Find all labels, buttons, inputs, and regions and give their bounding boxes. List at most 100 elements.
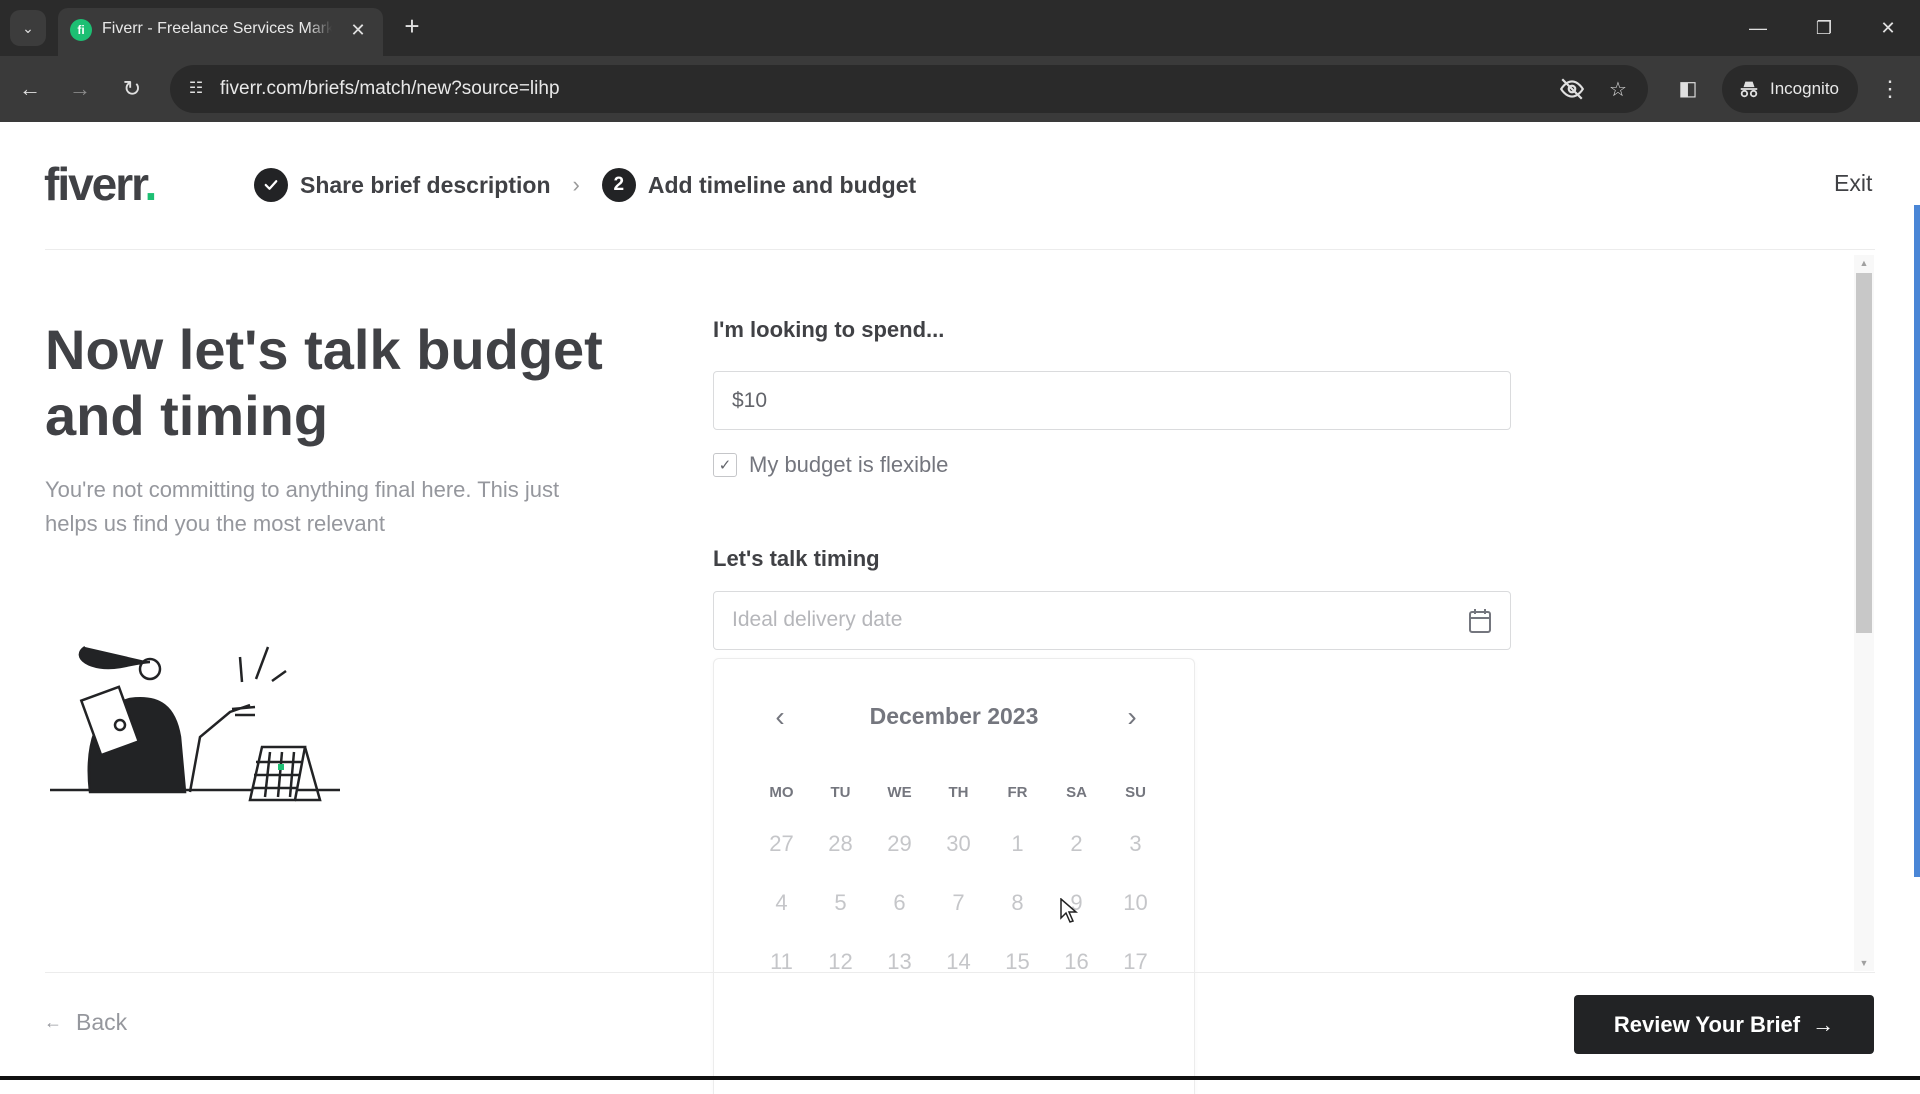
scroll-up-arrow-icon[interactable]: ▲ bbox=[1854, 255, 1874, 271]
intro-subtext: You're not committing to anything final … bbox=[45, 477, 560, 536]
budget-input[interactable] bbox=[713, 371, 1511, 430]
next-month-button[interactable]: › bbox=[1116, 701, 1148, 733]
chevron-down-icon: ⌄ bbox=[22, 19, 34, 36]
tab-strip: ⌄ fi Fiverr - Freelance Services Marketp… bbox=[0, 0, 1920, 56]
calendar-day[interactable]: 15 bbox=[988, 932, 1047, 991]
reload-button[interactable]: ↻ bbox=[116, 73, 148, 105]
exit-link[interactable]: Exit bbox=[1834, 170, 1872, 197]
calendar-day[interactable]: 3 bbox=[1106, 814, 1165, 873]
kebab-menu-icon: ⋮ bbox=[1879, 76, 1901, 101]
browser-menu-button[interactable]: ⋮ bbox=[1874, 73, 1906, 105]
close-window-button[interactable]: ✕ bbox=[1868, 12, 1908, 44]
back-button[interactable]: ← Back bbox=[44, 1009, 127, 1036]
arrow-left-icon: ← bbox=[44, 1012, 62, 1032]
tracking-protection-button[interactable] bbox=[1558, 76, 1586, 104]
eye-off-icon bbox=[1559, 78, 1585, 100]
chevron-right-icon: › bbox=[572, 172, 580, 197]
budget-illustration bbox=[50, 645, 340, 802]
site-info-button[interactable]: ☷ bbox=[182, 75, 210, 103]
spark-3 bbox=[271, 669, 287, 683]
calendar-day[interactable]: 14 bbox=[929, 932, 988, 991]
page-scroll-indicator bbox=[1914, 205, 1920, 877]
weekday-header: FR bbox=[1007, 784, 1028, 801]
flexible-budget-label[interactable]: My budget is flexible bbox=[749, 452, 948, 478]
header-divider bbox=[45, 249, 1875, 250]
footer-divider bbox=[45, 972, 1875, 973]
url-text[interactable]: fiverr.com/briefs/match/new?source=lihp bbox=[220, 78, 560, 100]
restore-button[interactable]: ❐ bbox=[1804, 12, 1844, 44]
incognito-icon bbox=[1740, 81, 1758, 98]
step-1-label[interactable]: Share brief description bbox=[300, 172, 551, 199]
delivery-date-placeholder: Ideal delivery date bbox=[732, 608, 903, 631]
close-tab-button[interactable]: ✕ bbox=[346, 18, 370, 42]
calendar-day[interactable]: 28 bbox=[811, 814, 870, 873]
step-2-badge: 2 bbox=[601, 168, 636, 202]
close-icon: ✕ bbox=[1880, 18, 1896, 38]
intro-section: Now let's talk budget and timing You're … bbox=[45, 317, 605, 541]
side-panel-icon: ◧ bbox=[1678, 78, 1698, 100]
tune-icon: ☷ bbox=[188, 80, 204, 97]
review-brief-label: Review Your Brief bbox=[1613, 1011, 1801, 1037]
delivery-date-input[interactable]: Ideal delivery date bbox=[713, 591, 1511, 650]
browser-tab[interactable]: fi Fiverr - Freelance Services Marketpla… bbox=[58, 8, 383, 56]
calendar-day[interactable]: 8 bbox=[988, 873, 1047, 932]
date-picker: ‹ December 2023 › MO TU WE TH FR SA SU 27 28 29 30… bbox=[713, 658, 1195, 1094]
star-icon: ☆ bbox=[1609, 79, 1627, 101]
calendar-day[interactable]: 17 bbox=[1106, 932, 1165, 991]
weekday-header: SU bbox=[1125, 784, 1146, 801]
mouse-cursor-icon bbox=[1060, 898, 1079, 923]
step-2-label: Add timeline and budget bbox=[647, 171, 917, 198]
reload-icon: ↻ bbox=[122, 76, 142, 101]
page-title: Now let's talk budget and timing bbox=[45, 318, 603, 447]
tab-search-button[interactable]: ⌄ bbox=[10, 10, 46, 46]
calendar-day[interactable]: 10 bbox=[1106, 873, 1165, 932]
calendar-day[interactable]: 7 bbox=[929, 873, 988, 932]
tablet bbox=[79, 685, 141, 757]
calendar-day[interactable]: 11 bbox=[752, 932, 811, 991]
side-panel-button[interactable]: ◧ bbox=[1672, 73, 1704, 105]
back-label: Back bbox=[76, 1009, 128, 1035]
minimize-button[interactable]: — bbox=[1738, 12, 1778, 44]
calendar-icon[interactable] bbox=[1468, 608, 1492, 634]
flexible-budget-row[interactable]: ✓ My budget is flexible bbox=[713, 452, 1511, 478]
arrow-left-icon: ← bbox=[19, 76, 41, 101]
close-icon: ✕ bbox=[350, 20, 366, 40]
weekday-header: WE bbox=[887, 784, 912, 801]
calendar-day[interactable]: 16 bbox=[1047, 932, 1106, 991]
incognito-label: Incognito bbox=[1770, 79, 1839, 98]
calendar-day[interactable]: 27 bbox=[752, 814, 811, 873]
calendar-day[interactable]: 13 bbox=[870, 932, 929, 991]
scroll-down-arrow-icon[interactable]: ▼ bbox=[1854, 955, 1874, 971]
checkmark-icon: ✓ bbox=[718, 457, 732, 474]
fiverr-logo[interactable]: fiverr. bbox=[44, 157, 158, 211]
step-completed-badge bbox=[254, 168, 288, 202]
new-tab-button[interactable]: + bbox=[398, 12, 426, 40]
address-bar[interactable]: ☷ fiverr.com/briefs/match/new?source=lih… bbox=[170, 65, 1648, 113]
chevron-right-icon: › bbox=[1127, 701, 1137, 732]
flexible-budget-checkbox[interactable]: ✓ bbox=[713, 453, 737, 477]
bookmark-button[interactable]: ☆ bbox=[1604, 76, 1632, 104]
calendar-day[interactable]: 30 bbox=[929, 814, 988, 873]
calendar-highlight bbox=[278, 764, 284, 770]
arrow-right-icon: → bbox=[1812, 1011, 1835, 1037]
checkmark-icon bbox=[264, 180, 278, 190]
fiverr-favicon-icon: fi bbox=[70, 19, 92, 41]
calendar-day[interactable]: 1 bbox=[988, 814, 1047, 873]
incognito-indicator[interactable]: Incognito bbox=[1722, 65, 1858, 113]
calendar-day[interactable]: 2 bbox=[1047, 814, 1106, 873]
spark-1 bbox=[238, 656, 244, 683]
scroll-thumb[interactable] bbox=[1856, 273, 1872, 633]
plus-icon: + bbox=[404, 11, 420, 41]
calendar-day[interactable]: 29 bbox=[870, 814, 929, 873]
forward-nav-button[interactable]: → bbox=[64, 73, 96, 105]
content-scrollbar[interactable]: ▲ ▼ bbox=[1854, 255, 1874, 971]
back-nav-button[interactable]: ← bbox=[14, 73, 46, 105]
bottom-edge bbox=[0, 1076, 1920, 1080]
review-brief-button[interactable]: Review Your Brief → bbox=[1574, 995, 1874, 1054]
hair bbox=[78, 645, 151, 670]
calendar-day[interactable]: 12 bbox=[811, 932, 870, 991]
calendar-day[interactable]: 5 bbox=[811, 873, 870, 932]
logo-dot: . bbox=[144, 158, 158, 210]
calendar-day[interactable]: 6 bbox=[870, 873, 929, 932]
calendar-day[interactable]: 4 bbox=[752, 873, 811, 932]
